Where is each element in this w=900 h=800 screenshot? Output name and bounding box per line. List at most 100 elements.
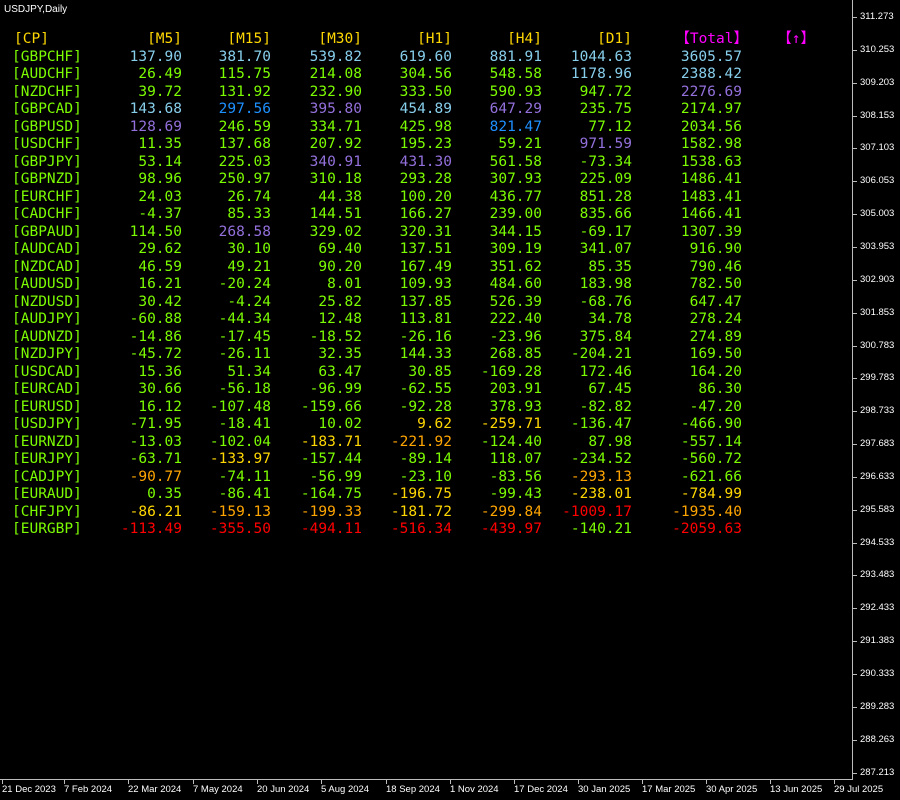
time-label: 7 May 2024 xyxy=(193,784,243,795)
value-h1: 167.49 xyxy=(399,258,452,275)
value-total: 3605.57 xyxy=(680,48,742,65)
value-d1: 947.72 xyxy=(579,83,632,100)
value-total: 2034.56 xyxy=(680,118,742,135)
pair-label: [USDCAD] xyxy=(12,363,82,380)
time-axis[interactable]: 21 Dec 2023 7 Feb 2024 22 Mar 2024 7 May 20… xyxy=(0,780,883,800)
pair-label: [EURCAD] xyxy=(12,381,82,397)
value-h4: -259.71 xyxy=(480,416,542,432)
value-m15: -74.11 xyxy=(218,468,271,485)
value-total: 86.30 xyxy=(698,381,742,397)
price-label: 293.483 xyxy=(860,569,895,581)
value-m30: 144.51 xyxy=(309,206,362,222)
value-m15: 246.59 xyxy=(218,118,271,135)
value-m15: -86.41 xyxy=(218,486,271,502)
value-total: 2276.69 xyxy=(680,83,742,100)
value-m5: -60.88 xyxy=(129,311,182,327)
price-tick xyxy=(853,608,857,610)
value-m30: -157.44 xyxy=(300,451,362,467)
value-m15: 26.74 xyxy=(227,188,271,205)
value-m15: -4.24 xyxy=(227,293,271,310)
price-tick xyxy=(853,706,857,708)
price-label: 307.103 xyxy=(860,142,895,154)
price-tick xyxy=(853,444,857,446)
value-h1: 304.56 xyxy=(399,66,452,82)
value-total: -784.99 xyxy=(680,486,742,502)
value-d1: 77.12 xyxy=(588,118,632,135)
chart-title: USDJPY,Daily xyxy=(4,4,68,15)
value-total: 1466.41 xyxy=(680,206,742,222)
header-total: 【Total】 xyxy=(675,31,748,47)
pair-label: [EURJPY] xyxy=(12,451,82,467)
value-m30: 207.92 xyxy=(309,136,362,152)
value-m5: 143.68 xyxy=(129,101,182,117)
value-total: -560.72 xyxy=(680,451,742,467)
value-m30: 214.08 xyxy=(309,66,362,82)
pair-label: [AUDNZD] xyxy=(12,328,82,345)
value-m30: -159.66 xyxy=(300,398,362,415)
price-tick xyxy=(853,246,857,248)
time-label: 17 Mar 2025 xyxy=(642,784,696,795)
value-m30: 8.01 xyxy=(327,276,362,292)
value-h1: 109.93 xyxy=(399,276,452,292)
value-m15: 115.75 xyxy=(218,66,271,82)
price-tick xyxy=(853,345,857,347)
value-total: 164.20 xyxy=(689,363,742,380)
value-m15: 49.21 xyxy=(227,258,271,275)
pair-label: [AUDJPY] xyxy=(12,311,82,327)
value-h4: -169.28 xyxy=(480,363,542,380)
price-label: 294.533 xyxy=(860,536,895,548)
value-d1: -1009.17 xyxy=(562,503,632,520)
value-total: 647.47 xyxy=(689,293,742,310)
value-h4: 203.91 xyxy=(489,381,542,397)
time-label: 29 Jul 2025 xyxy=(834,784,884,795)
value-d1: 172.46 xyxy=(579,363,632,380)
price-tick xyxy=(853,214,857,216)
value-m15: -18.41 xyxy=(218,416,271,432)
value-d1: 183.98 xyxy=(579,276,632,292)
value-m5: 24.03 xyxy=(138,188,182,205)
value-h4: 118.07 xyxy=(489,451,542,467)
value-h4: -124.40 xyxy=(480,433,542,450)
value-total: -466.90 xyxy=(680,416,742,432)
value-m15: -355.50 xyxy=(209,521,271,537)
value-d1: -140.21 xyxy=(570,521,632,537)
value-h1: -221.92 xyxy=(390,433,452,450)
price-label: 309.203 xyxy=(860,76,895,88)
value-d1: -73.34 xyxy=(579,153,632,170)
value-d1: -234.52 xyxy=(570,451,632,467)
value-h4: 239.00 xyxy=(489,206,542,222)
value-m5: 30.42 xyxy=(138,293,182,310)
value-m5: 137.90 xyxy=(129,48,182,65)
price-label: 291.383 xyxy=(860,635,895,647)
value-m15: 131.92 xyxy=(218,83,271,100)
value-m30: 12.48 xyxy=(318,311,362,327)
price-tick xyxy=(853,575,857,577)
time-label: 30 Jan 2025 xyxy=(578,784,631,795)
price-label: 301.853 xyxy=(860,306,895,318)
pair-label: [USDJPY] xyxy=(12,416,82,432)
value-d1: -82.82 xyxy=(579,398,632,415)
value-m15: 297.56 xyxy=(218,101,271,117)
value-m30: 310.18 xyxy=(309,171,362,187)
price-label: 310.253 xyxy=(860,43,895,55)
value-m30: 63.47 xyxy=(318,363,362,380)
value-d1: 225.09 xyxy=(579,171,632,187)
value-h1: -23.10 xyxy=(399,468,452,485)
value-m5: 39.72 xyxy=(138,83,182,100)
value-m30: 334.71 xyxy=(309,118,362,135)
value-d1: -238.01 xyxy=(570,486,632,502)
value-h4: 484.60 xyxy=(489,276,542,292)
time-label: 17 Dec 2024 xyxy=(514,784,568,795)
price-label: 290.333 xyxy=(860,668,895,679)
value-h1: 166.27 xyxy=(399,206,452,222)
pair-label: [GBPNZD] xyxy=(12,171,82,187)
value-h4: -439.97 xyxy=(480,521,542,537)
value-m5: -13.03 xyxy=(129,433,182,450)
time-label: 5 Aug 2024 xyxy=(321,784,370,795)
price-axis[interactable]: 311.273 310.253 309.203 308.153 307.103 306.0… xyxy=(853,0,900,780)
value-m15: 381.70 xyxy=(218,48,271,65)
value-d1: -293.13 xyxy=(570,468,632,485)
time-label: 22 Mar 2024 xyxy=(128,784,182,795)
price-tick xyxy=(853,279,857,281)
value-h4: 268.85 xyxy=(489,346,542,362)
